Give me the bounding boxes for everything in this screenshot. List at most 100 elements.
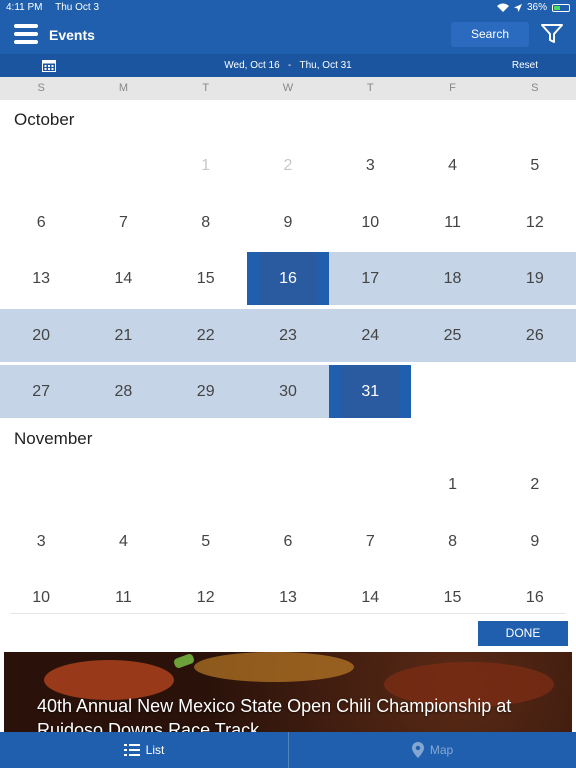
calendar-day[interactable]: 2 xyxy=(494,458,576,511)
calendar-week: 3 4 5 6 7 8 9 xyxy=(0,515,576,568)
weekday-label: W xyxy=(282,82,294,94)
calendar-day-empty xyxy=(82,458,164,511)
calendar-day[interactable]: 4 xyxy=(82,515,164,568)
calendar-day[interactable]: 3 xyxy=(329,139,411,192)
calendar-day-in-range[interactable]: 21 xyxy=(82,309,165,362)
calendar-week: 10 11 12 13 14 15 16 xyxy=(0,571,576,624)
calendar-day-empty xyxy=(0,139,82,192)
tab-list[interactable]: List xyxy=(0,732,288,768)
status-date: Thu Oct 3 xyxy=(55,2,100,13)
calendar-day-empty xyxy=(411,365,493,418)
month-label-november: November xyxy=(14,429,93,448)
battery-percent: 36% xyxy=(526,2,547,13)
selected-range: Wed, Oct 16 - Thu, Oct 31 xyxy=(0,60,576,71)
weekday-label: M xyxy=(118,82,128,94)
calendar-day-empty xyxy=(494,365,576,418)
calendar-day-in-range[interactable]: 19 xyxy=(493,252,576,305)
search-button[interactable]: Search xyxy=(451,22,529,47)
calendar-day[interactable]: 6 xyxy=(247,515,329,568)
calendar-day[interactable]: 15 xyxy=(165,252,247,305)
calendar-day[interactable]: 10 xyxy=(0,571,82,624)
event-card[interactable]: 40th Annual New Mexico State Open Chili … xyxy=(4,652,572,732)
calendar-day-empty xyxy=(82,139,164,192)
calendar-day[interactable]: 1 xyxy=(411,458,493,511)
calendar-day[interactable]: 7 xyxy=(82,196,164,249)
calendar-day[interactable]: 9 xyxy=(247,196,329,249)
calendar-week: 6 7 8 9 10 11 12 xyxy=(0,196,576,249)
calendar-day[interactable]: 13 xyxy=(0,252,82,305)
weekday-label: T xyxy=(366,82,374,94)
menu-icon[interactable] xyxy=(14,24,38,44)
calendar-day[interactable]: 10 xyxy=(329,196,411,249)
calendar-day[interactable]: 3 xyxy=(0,515,82,568)
status-bar: 4:11 PM Thu Oct 3 36% xyxy=(0,0,576,16)
done-button[interactable]: DONE xyxy=(478,621,568,646)
calendar-day[interactable]: 13 xyxy=(247,571,329,624)
calendar-day[interactable]: 9 xyxy=(494,515,576,568)
calendar-day[interactable]: 7 xyxy=(329,515,411,568)
calendar-day[interactable]: 15 xyxy=(411,571,493,624)
weekday-label: T xyxy=(202,82,210,94)
wifi-icon xyxy=(496,3,509,12)
reset-button[interactable]: Reset xyxy=(512,60,538,71)
calendar-day: 1 xyxy=(201,157,211,174)
calendar-day-in-range[interactable]: 27 xyxy=(0,365,83,418)
range-end: Thu, Oct 31 xyxy=(299,60,352,71)
calendar-day-selected-end[interactable]: 31 xyxy=(329,365,412,418)
calendar-day-in-range[interactable]: 29 xyxy=(164,365,247,418)
calendar-day[interactable]: 11 xyxy=(82,571,164,624)
calendar-day[interactable]: 5 xyxy=(494,139,576,192)
range-separator: - xyxy=(288,60,292,71)
event-card-title: 40th Annual New Mexico State Open Chili … xyxy=(37,696,512,732)
calendar-day[interactable]: 5 xyxy=(165,515,247,568)
tab-map-label: Map xyxy=(429,743,454,757)
calendar-day-selected-start[interactable]: 16 xyxy=(246,252,330,305)
calendar-day-in-range[interactable]: 18 xyxy=(411,252,494,305)
calendar-day[interactable]: 14 xyxy=(329,571,411,624)
month-label-october: October xyxy=(14,110,75,129)
calendar-week: 1 2 3 4 5 xyxy=(0,139,576,192)
calendar-week: 13 14 15 16 17 18 19 xyxy=(0,252,576,305)
calendar-day[interactable]: 4 xyxy=(411,139,493,192)
calendar-day[interactable]: 6 xyxy=(0,196,82,249)
event-image-shape xyxy=(172,652,196,670)
filter-icon[interactable] xyxy=(541,24,563,44)
calendar-day-in-range[interactable]: 17 xyxy=(329,252,412,305)
calendar-day-in-range[interactable]: 23 xyxy=(246,309,330,362)
calendar-day-in-range[interactable]: 20 xyxy=(0,309,83,362)
calendar-day[interactable]: 8 xyxy=(165,196,247,249)
tab-list-label: List xyxy=(145,743,165,757)
calendar-day-empty xyxy=(329,458,411,511)
calendar-day-in-range[interactable]: 28 xyxy=(82,365,165,418)
calendar-day-in-range[interactable]: 25 xyxy=(411,309,494,362)
calendar-day-number: 31 xyxy=(361,383,380,400)
event-image-shape xyxy=(194,652,354,682)
page-title: Events xyxy=(49,27,95,43)
calendar-day[interactable]: 12 xyxy=(165,571,247,624)
calendar-day[interactable]: 12 xyxy=(494,196,576,249)
calendar-day-empty xyxy=(165,458,247,511)
calendar-day[interactable]: 16 xyxy=(494,571,576,624)
date-range-bar: Wed, Oct 16 - Thu, Oct 31 Reset xyxy=(0,54,576,77)
list-icon xyxy=(123,744,140,756)
divider xyxy=(10,613,566,614)
calendar-week: 1 2 xyxy=(0,458,576,511)
calendar-day[interactable]: 14 xyxy=(82,252,164,305)
weekday-header: S M T W T F S xyxy=(0,77,576,100)
calendar-day-in-range[interactable]: 22 xyxy=(164,309,247,362)
calendar-day-empty xyxy=(247,458,329,511)
bottom-tab-bar: List Map xyxy=(0,732,576,768)
location-icon xyxy=(513,3,522,12)
range-start: Wed, Oct 16 xyxy=(224,60,280,71)
tab-map[interactable]: Map xyxy=(288,732,576,768)
calendar-day-in-range[interactable]: 26 xyxy=(493,309,576,362)
weekday-label: S xyxy=(37,82,45,94)
calendar-week: 20 21 22 23 24 25 26 xyxy=(0,309,576,362)
map-pin-icon xyxy=(411,742,424,758)
weekday-label: F xyxy=(449,82,456,94)
calendar-day[interactable]: 8 xyxy=(411,515,493,568)
calendar-day-in-range[interactable]: 30 xyxy=(246,365,330,418)
calendar-day[interactable]: 11 xyxy=(411,196,493,249)
calendar-week: 27 28 29 30 31 xyxy=(0,365,576,418)
calendar-day-in-range[interactable]: 24 xyxy=(329,309,412,362)
